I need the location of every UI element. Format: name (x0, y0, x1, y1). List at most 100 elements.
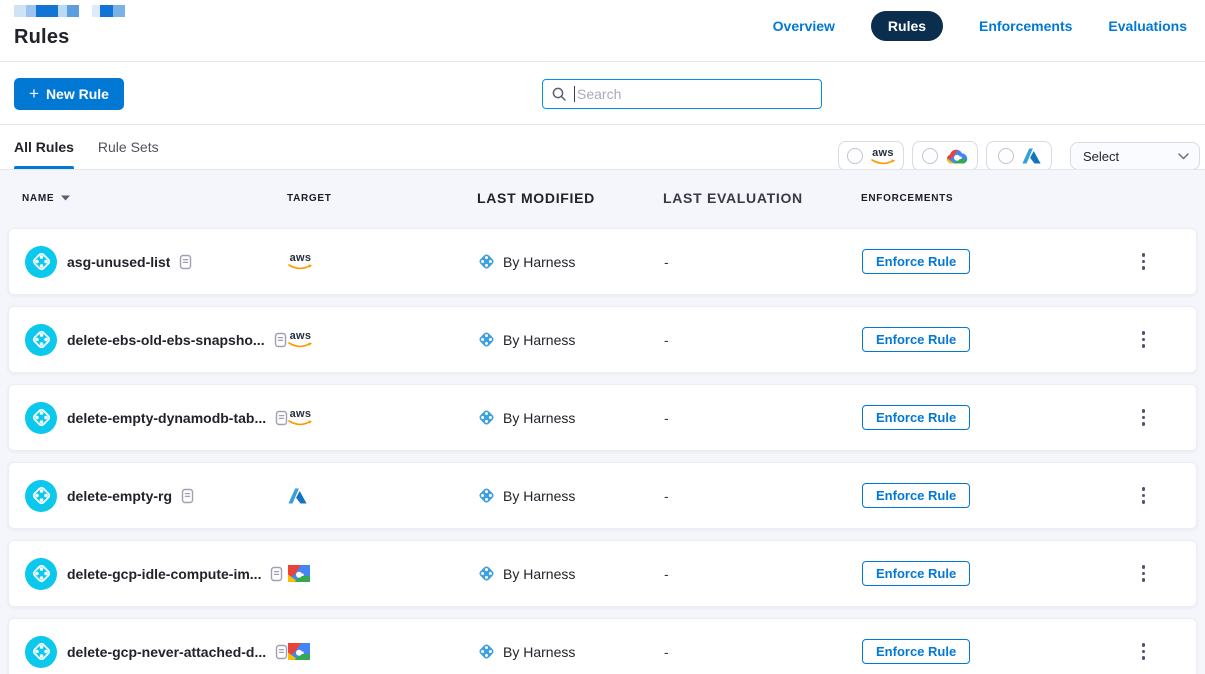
enforce-rule-button[interactable]: Enforce Rule (862, 327, 970, 352)
table-row[interactable]: delete-gcp-idle-compute-im... aws (8, 540, 1197, 607)
rules-table: NAME TARGET LAST MODIFIED LAST EVALUATIO… (0, 170, 1205, 674)
last-modified-cell: By Harness (466, 565, 664, 582)
column-header-target: TARGET (287, 193, 465, 204)
last-modified-by: By Harness (503, 644, 575, 660)
rule-name[interactable]: delete-empty-dynamodb-tab... (67, 410, 266, 426)
aws-logo: aws (288, 253, 313, 270)
rules-page: Rules Overview Rules Enforcements Evalua… (0, 0, 1205, 674)
sort-descending-icon (61, 195, 70, 201)
tab-rule-sets[interactable]: Rule Sets (98, 125, 159, 169)
copy-icon[interactable] (275, 644, 288, 660)
gcp-logo (288, 643, 310, 660)
last-evaluation-cell: - (664, 566, 854, 582)
table-row[interactable]: delete-ebs-old-ebs-snapsho... aws (8, 306, 1197, 373)
harness-icon (478, 565, 495, 582)
row-menu-kebab-icon[interactable] (1136, 481, 1152, 510)
rules-tabs: All Rules Rule Sets (0, 125, 1205, 170)
target-cell: aws (288, 331, 466, 348)
last-modified-cell: By Harness (466, 253, 664, 270)
last-evaluation-cell: - (664, 644, 854, 660)
column-header-name[interactable]: NAME (22, 193, 70, 204)
enforce-rule-button[interactable]: Enforce Rule (862, 639, 970, 664)
plus-icon: + (29, 85, 39, 102)
top-nav: Overview Rules Enforcements Evaluations (773, 11, 1187, 41)
rule-avatar (25, 480, 57, 512)
search-input[interactable] (577, 86, 813, 102)
last-evaluation-cell: - (664, 254, 854, 270)
target-cell: aws (288, 565, 466, 582)
rule-name[interactable]: delete-empty-rg (67, 488, 172, 504)
azure-logo (288, 488, 307, 504)
last-modified-cell: By Harness (466, 643, 664, 660)
table-row[interactable]: delete-empty-rg aws (8, 462, 1197, 529)
row-menu-kebab-icon[interactable] (1136, 637, 1152, 666)
rule-avatar (25, 636, 57, 668)
copy-icon[interactable] (275, 410, 288, 426)
page-header: Rules Overview Rules Enforcements Evalua… (0, 0, 1205, 62)
text-caret (574, 86, 575, 102)
enforce-rule-button[interactable]: Enforce Rule (862, 249, 970, 274)
row-menu-kebab-icon[interactable] (1136, 403, 1152, 432)
rule-avatar (25, 246, 57, 278)
aws-logo: aws (288, 331, 313, 348)
table-header-row: NAME TARGET LAST MODIFIED LAST EVALUATIO… (0, 170, 1205, 226)
column-header-enforcements: ENFORCEMENTS (853, 193, 1090, 204)
new-rule-button[interactable]: + New Rule (14, 78, 124, 110)
nav-evaluations[interactable]: Evaluations (1108, 12, 1187, 40)
rule-name[interactable]: delete-gcp-idle-compute-im... (67, 566, 261, 582)
last-modified-by: By Harness (503, 410, 575, 426)
last-modified-by: By Harness (503, 332, 575, 348)
governance-rule-icon (32, 252, 51, 271)
copy-icon[interactable] (270, 566, 283, 582)
last-evaluation-cell: - (664, 410, 854, 426)
rule-avatar (25, 402, 57, 434)
nav-rules[interactable]: Rules (871, 11, 943, 41)
governance-rule-icon (32, 330, 51, 349)
rule-avatar (25, 558, 57, 590)
target-cell: aws (288, 488, 466, 504)
rule-name[interactable]: delete-ebs-old-ebs-snapsho... (67, 332, 265, 348)
governance-rule-icon (32, 642, 51, 661)
gcp-logo (288, 565, 310, 582)
last-modified-by: By Harness (503, 254, 575, 270)
rule-name[interactable]: delete-gcp-never-attached-d... (67, 644, 266, 660)
copy-icon[interactable] (179, 254, 192, 270)
page-title: Rules (14, 26, 69, 49)
last-evaluation-cell: - (664, 488, 854, 504)
last-modified-by: By Harness (503, 566, 575, 582)
nav-overview[interactable]: Overview (773, 12, 835, 40)
last-modified-cell: By Harness (466, 487, 664, 504)
table-row[interactable]: delete-empty-dynamodb-tab... aws (8, 384, 1197, 451)
column-header-last-evaluation: LAST EVALUATION (663, 190, 853, 206)
aws-logo: aws (288, 409, 313, 426)
nav-enforcements[interactable]: Enforcements (979, 12, 1072, 40)
harness-icon (478, 409, 495, 426)
breadcrumb-redacted (14, 5, 125, 17)
governance-rule-icon (32, 408, 51, 427)
harness-icon (478, 253, 495, 270)
table-row[interactable]: delete-gcp-never-attached-d... aws (8, 618, 1197, 674)
search-box[interactable] (542, 79, 822, 109)
enforce-rule-button[interactable]: Enforce Rule (862, 561, 970, 586)
target-cell: aws (288, 643, 466, 660)
target-cell: aws (288, 253, 466, 270)
tab-all-rules[interactable]: All Rules (14, 125, 74, 169)
row-menu-kebab-icon[interactable] (1136, 247, 1152, 276)
last-modified-cell: By Harness (466, 409, 664, 426)
enforce-rule-button[interactable]: Enforce Rule (862, 405, 970, 430)
table-row[interactable]: asg-unused-list aws (8, 228, 1197, 295)
last-modified-cell: By Harness (466, 331, 664, 348)
governance-rule-icon (32, 486, 51, 505)
rule-name[interactable]: asg-unused-list (67, 254, 170, 270)
row-menu-kebab-icon[interactable] (1136, 559, 1152, 588)
copy-icon[interactable] (181, 488, 194, 504)
row-menu-kebab-icon[interactable] (1136, 325, 1152, 354)
copy-icon[interactable] (274, 332, 287, 348)
harness-icon (478, 643, 495, 660)
harness-icon (478, 487, 495, 504)
enforce-rule-button[interactable]: Enforce Rule (862, 483, 970, 508)
last-evaluation-cell: - (664, 332, 854, 348)
target-cell: aws (288, 409, 466, 426)
harness-icon (478, 331, 495, 348)
toolbar: + New Rule aws (0, 62, 1205, 125)
